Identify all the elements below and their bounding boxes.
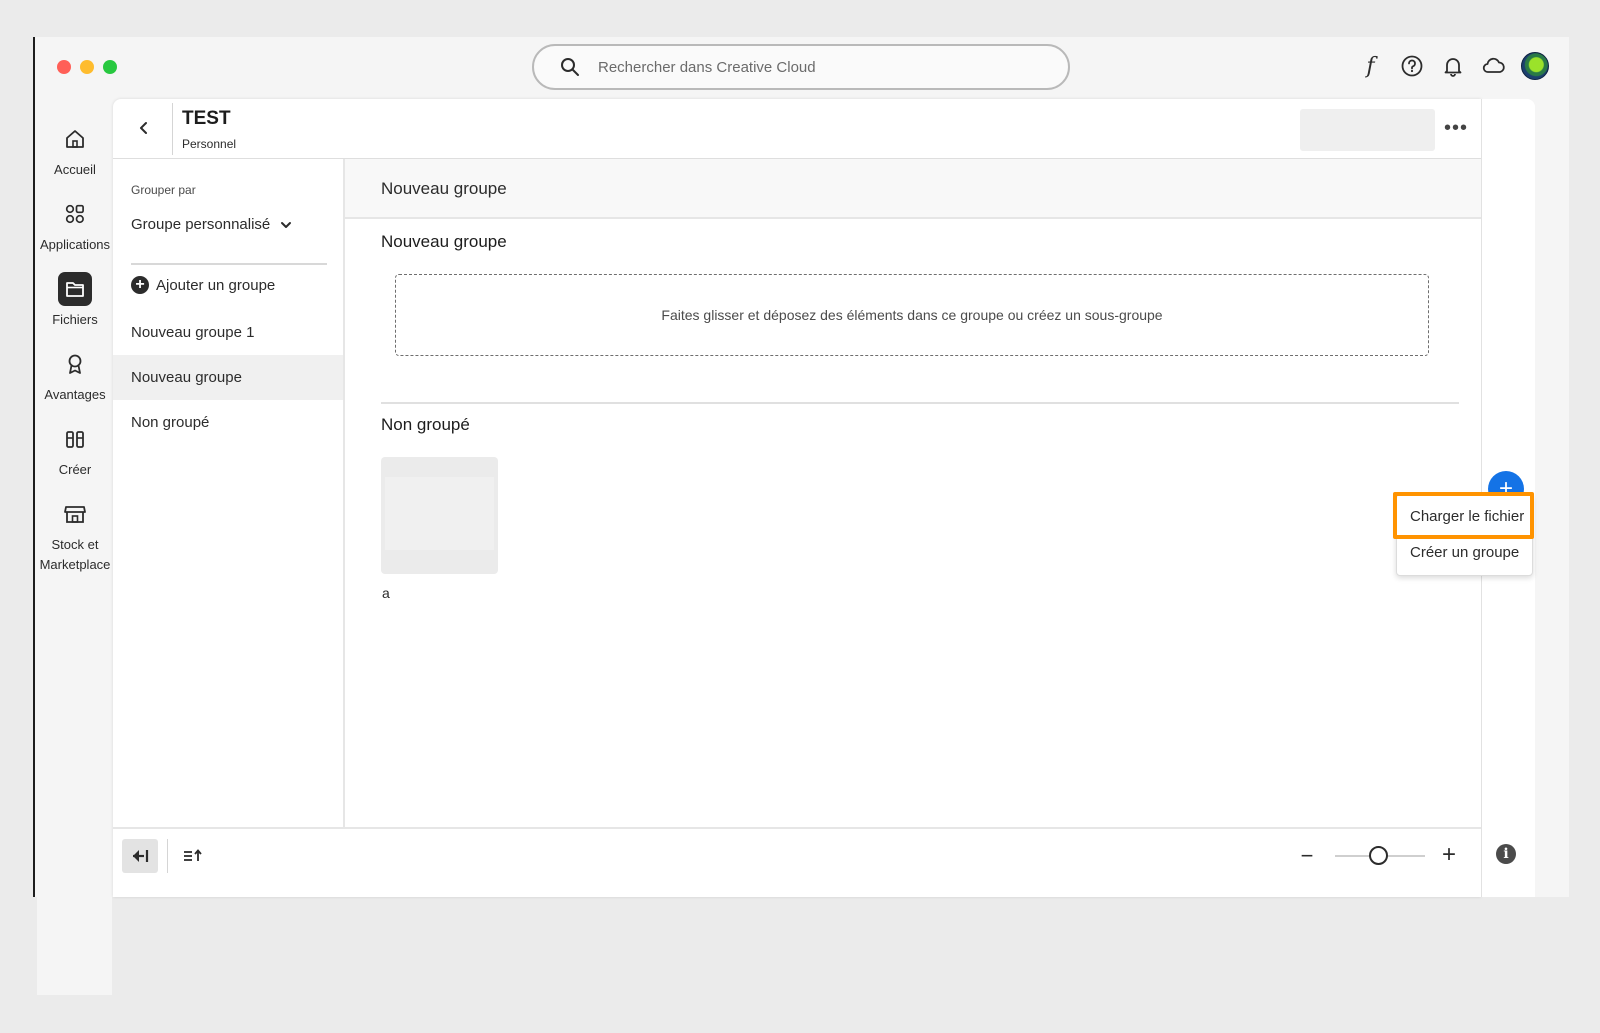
group-panel: Grouper par Groupe personnalisé + Ajoute… — [113, 159, 345, 827]
page-subtitle: Personnel — [182, 137, 237, 151]
drop-zone[interactable]: Faites glisser et déposez des éléments d… — [395, 274, 1429, 356]
bell-icon[interactable] — [1439, 51, 1466, 81]
back-button[interactable] — [127, 113, 161, 143]
main-panel: TEST Personnel ••• Grouper par Groupe pe… — [113, 99, 1481, 897]
search-bar[interactable] — [532, 44, 1070, 90]
store-icon — [58, 497, 92, 531]
add-group-button[interactable]: + Ajouter un groupe — [131, 276, 275, 294]
sidebar-item-label: Applications — [39, 237, 111, 252]
page-header: TEST Personnel ••• — [113, 99, 1481, 159]
content-header: Nouveau groupe — [345, 159, 1481, 219]
group-by-dropdown[interactable]: Groupe personnalisé — [131, 216, 292, 233]
sort-button[interactable] — [175, 839, 211, 873]
section-title: Nouveau groupe — [381, 232, 507, 251]
divider — [381, 402, 1459, 404]
apps-icon — [58, 197, 92, 231]
divider — [131, 263, 327, 265]
sidebar-item-label: Avantages — [44, 387, 106, 402]
group-list: Nouveau groupe 1 Nouveau groupe Non grou… — [113, 310, 343, 445]
collapse-left-icon — [133, 850, 149, 862]
content-area: Nouveau groupe Nouveau groupe Faites gli… — [345, 159, 1481, 827]
search-icon — [561, 58, 579, 76]
help-icon[interactable] — [1398, 51, 1425, 81]
sidebar-item-label: Accueil — [54, 162, 96, 177]
home-icon — [58, 122, 92, 156]
minimize-window-button[interactable] — [80, 60, 94, 74]
sidebar-item-stock-marketplace[interactable]: Stock et Marketplace — [35, 497, 115, 575]
zoom-in-button[interactable]: + — [1439, 841, 1459, 869]
more-options-button[interactable]: ••• — [1441, 113, 1471, 143]
cloud-icon[interactable] — [1480, 51, 1507, 81]
fonts-icon[interactable]: f — [1357, 51, 1384, 81]
sidebar-item-label: Créer — [58, 462, 92, 477]
drop-zone-text: Faites glisser et déposez des éléments d… — [661, 307, 1163, 323]
maximize-window-button[interactable] — [103, 60, 117, 74]
sidebar-item-label: Stock et Marketplace — [39, 537, 111, 572]
thumbnail-preview — [385, 477, 494, 550]
sidebar-item-files[interactable]: Fichiers — [35, 272, 115, 330]
folder-icon — [58, 272, 92, 306]
sidebar-item-perks[interactable]: Avantages — [35, 347, 115, 405]
collapse-panel-button[interactable] — [122, 839, 158, 873]
chevron-down-icon — [281, 221, 292, 228]
file-thumbnail[interactable] — [381, 457, 498, 574]
close-window-button[interactable] — [57, 60, 71, 74]
footer-divider — [167, 839, 168, 873]
info-icon[interactable]: i — [1496, 844, 1516, 864]
zoom-out-button[interactable]: − — [1297, 843, 1317, 869]
add-menu-popover: Charger le fichier Créer un groupe — [1396, 494, 1533, 576]
list-item[interactable]: Nouveau groupe 1 — [113, 310, 343, 355]
background-strip — [37, 897, 112, 995]
list-item[interactable]: Non groupé — [113, 400, 343, 445]
add-group-label: Ajouter un groupe — [156, 276, 276, 294]
upload-file-menu-item[interactable]: Charger le fichier — [1410, 508, 1524, 525]
sidebar-item-applications[interactable]: Applications — [35, 197, 115, 255]
search-input[interactable] — [598, 58, 998, 76]
sort-icon — [184, 849, 202, 861]
sidebar-item-home[interactable]: Accueil — [35, 122, 115, 180]
app-window: f Accueil Applications Fi — [33, 37, 1569, 897]
list-item[interactable]: Nouveau groupe — [113, 355, 343, 400]
header-divider — [172, 103, 173, 155]
section-title: Non groupé — [381, 415, 470, 434]
file-name[interactable]: a — [382, 585, 390, 601]
plus-circle-icon: + — [131, 276, 149, 294]
group-by-label: Grouper par — [131, 183, 196, 197]
sidebar-item-create[interactable]: Créer — [35, 422, 115, 480]
chevron-left-icon — [140, 122, 147, 134]
side-navigation: Accueil Applications Fichiers Avantages … — [35, 122, 115, 592]
create-group-menu-item[interactable]: Créer un groupe — [1410, 544, 1519, 561]
zoom-slider-handle[interactable] — [1369, 846, 1388, 865]
footer-toolbar: − + — [113, 827, 1481, 897]
group-by-value: Groupe personnalisé — [131, 216, 271, 233]
content-header-title: Nouveau groupe — [381, 179, 507, 198]
page-title: TEST — [182, 108, 231, 129]
avatar[interactable] — [1521, 52, 1549, 80]
award-icon — [58, 347, 92, 381]
header-placeholder — [1300, 109, 1435, 151]
create-icon — [58, 422, 92, 456]
sidebar-item-label: Fichiers — [52, 312, 98, 327]
